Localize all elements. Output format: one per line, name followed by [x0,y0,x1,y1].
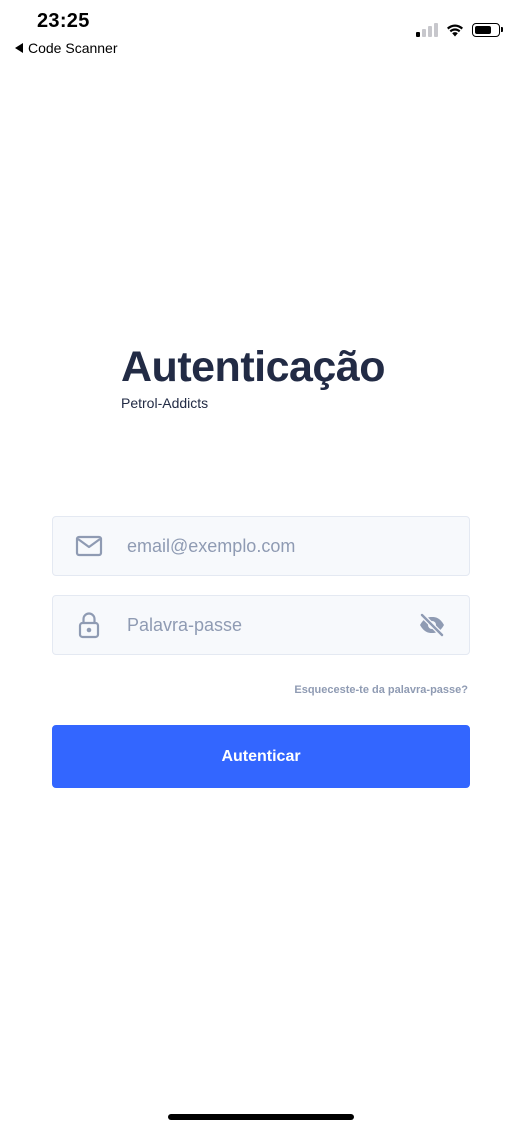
status-time: 23:25 [37,10,90,32]
cellular-signal-icon [416,23,438,37]
email-icon [75,532,103,560]
lock-icon [75,611,103,639]
password-field[interactable] [52,595,470,655]
forgot-password-link[interactable]: Esqueceste-te da palavra-passe? [294,684,468,696]
wifi-icon [447,24,463,37]
battery-icon [472,23,503,37]
email-input[interactable] [125,516,469,576]
login-button[interactable]: Autenticar [52,725,470,788]
page-title: Autenticação [121,343,386,391]
page-subtitle: Petrol-Addicts [121,395,209,411]
back-to-app-label: Code Scanner [28,40,118,56]
back-arrow-icon [15,43,23,53]
email-field[interactable] [52,516,470,576]
eye-off-icon[interactable] [417,610,447,640]
back-to-app-link[interactable]: Code Scanner [15,40,118,56]
home-indicator[interactable] [168,1114,354,1120]
status-icons [416,23,503,37]
password-input[interactable] [125,595,417,655]
